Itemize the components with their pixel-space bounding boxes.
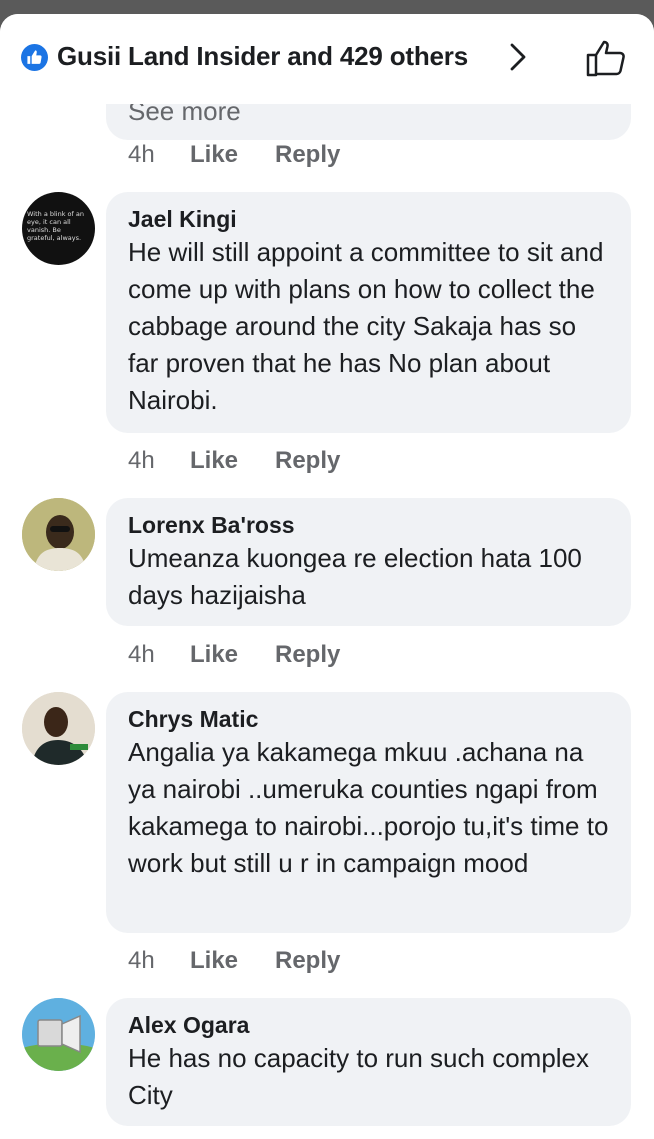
comment-time: 4h <box>128 447 155 474</box>
comment-actions: 4h Like Reply <box>128 447 340 475</box>
comment-author[interactable]: Jael Kingi <box>128 204 611 234</box>
chevron-right-icon[interactable] <box>508 42 528 77</box>
comment-text: Umeanza kuongea re election hata 100 day… <box>128 543 582 610</box>
like-post-icon[interactable] <box>585 38 627 83</box>
like-reaction-icon <box>21 44 48 71</box>
comment-author[interactable]: Chrys Matic <box>128 704 611 734</box>
comment-time: 4h <box>128 947 155 974</box>
comment-bubble: Chrys Matic Angalia ya kakamega mkuu .ac… <box>106 692 631 933</box>
avatar-alex-ogara[interactable] <box>22 998 95 1071</box>
comment-author[interactable]: Alex Ogara <box>128 1010 611 1040</box>
previous-comment-actions: 4h Like Reply <box>128 141 340 169</box>
avatar-chrys-matic[interactable] <box>22 692 95 765</box>
comment-time: 4h <box>128 641 155 668</box>
like-button[interactable]: Like <box>190 141 275 169</box>
avatar-jael-kingi[interactable]: With a blink of an eye, it can all vanis… <box>22 192 95 265</box>
reply-button[interactable]: Reply <box>275 447 340 475</box>
like-button[interactable]: Like <box>190 641 275 669</box>
comment-text: He will still appoint a committee to sit… <box>128 237 604 415</box>
comment-actions: 4h Like Reply <box>128 641 340 669</box>
reply-button[interactable]: Reply <box>275 641 340 669</box>
comment-time: 4h <box>128 141 155 168</box>
comment-text: Angalia ya kakamega mkuu .achana na ya n… <box>128 737 609 878</box>
reply-button[interactable]: Reply <box>275 141 340 169</box>
comments-sheet: Gusii Land Insider and 429 others See mo… <box>0 14 654 1139</box>
comment-bubble: Jael Kingi He will still appoint a commi… <box>106 192 631 433</box>
comment-bubble: Lorenx Ba'ross Umeanza kuongea re electi… <box>106 498 631 626</box>
comment-actions: 4h Like Reply <box>128 947 340 975</box>
reactions-header[interactable]: Gusii Land Insider and 429 others <box>0 14 654 104</box>
reply-button[interactable]: Reply <box>275 947 340 975</box>
avatar-lorenx-baross[interactable] <box>22 498 95 571</box>
reactors-text[interactable]: Gusii Land Insider and 429 others <box>57 41 468 72</box>
avatar-quote-text: With a blink of an eye, it can all vanis… <box>27 210 84 242</box>
like-button[interactable]: Like <box>190 447 275 475</box>
comment-author[interactable]: Lorenx Ba'ross <box>128 510 611 540</box>
like-button[interactable]: Like <box>190 947 275 975</box>
comment-bubble: Alex Ogara He has no capacity to run suc… <box>106 998 631 1126</box>
comment-text: He has no capacity to run such complex C… <box>128 1043 590 1110</box>
